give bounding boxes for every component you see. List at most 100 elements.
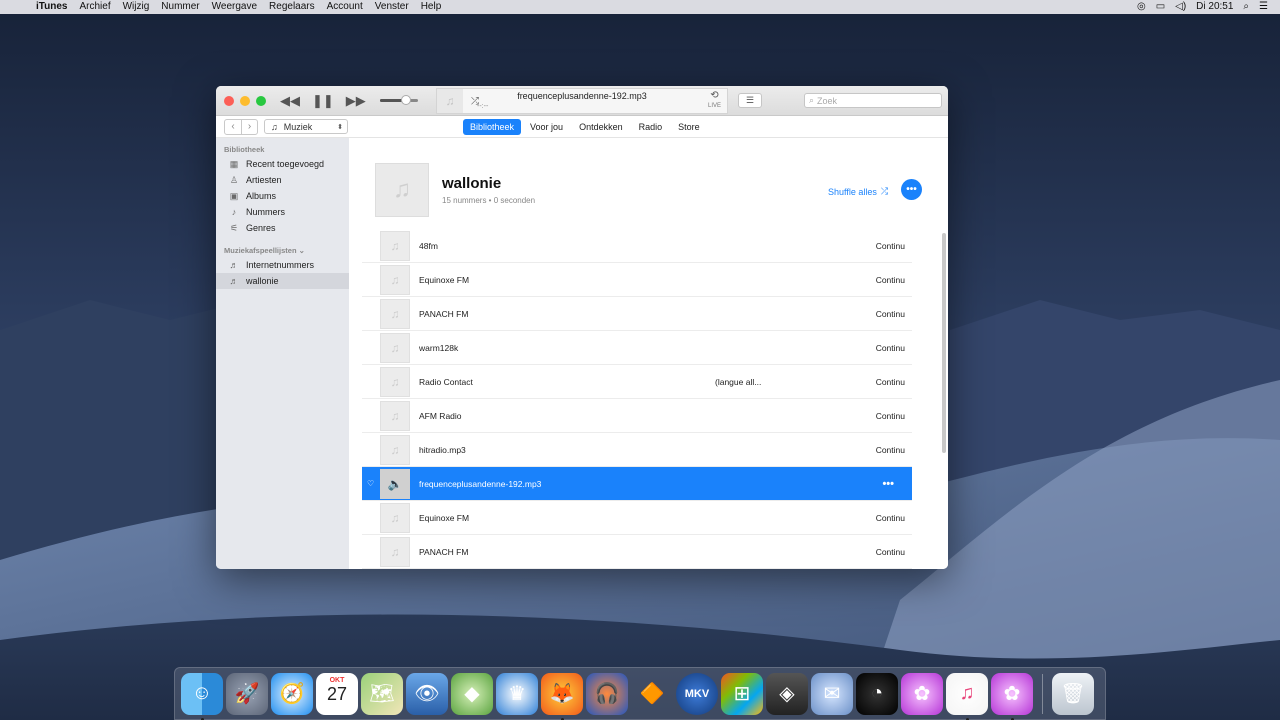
menu-help[interactable]: Help (415, 0, 448, 14)
playlist-title[interactable]: wallonie (442, 175, 535, 192)
maps-icon[interactable]: 🗺 (361, 672, 403, 715)
launchpad-icon[interactable]: 🚀 (226, 672, 268, 715)
sidebar-item-label: Internetnummers (246, 260, 315, 270)
pause-icon[interactable]: ❚❚ (312, 93, 334, 109)
sidebar-section-playlists[interactable]: Muziekafspeellijsten ⌄ (216, 244, 349, 257)
sidebar: Bibliotheek ▦ Recent toegevoegd ♙ Arties… (216, 138, 349, 569)
airplay-icon[interactable]: ▭ (1156, 0, 1165, 14)
calendar-icon[interactable]: OKT 27 (316, 672, 358, 715)
back-icon[interactable]: ‹ (225, 120, 241, 134)
flower-app-icon[interactable]: ✿ (901, 672, 943, 715)
sidebar-item-songs[interactable]: ♪ Nummers (216, 204, 349, 220)
sidebar-item-wallonie[interactable]: ♬ wallonie (216, 273, 349, 289)
playlist-header: ♫ wallonie 15 nummers • 0 seconden (375, 163, 535, 217)
track-row[interactable]: ♫ PANACH FM Continu (362, 535, 912, 569)
volume-slider[interactable] (379, 95, 418, 105)
menu-wijzig[interactable]: Wijzig (117, 0, 156, 14)
sidebar-item-internetnummers[interactable]: ♬ Internetnummers (216, 257, 349, 273)
track-row[interactable]: ♫ PANACH FM Continu (362, 297, 912, 331)
sidebar-item-artists[interactable]: ♙ Artiesten (216, 172, 349, 188)
heart-icon[interactable]: ♡ (367, 479, 374, 488)
title-bar: ◀◀ ❚❚ ▶▶ ♫ ⤮ frequenceplusandenne-192.mp… (216, 86, 948, 116)
forward-icon[interactable]: › (241, 119, 257, 134)
sidebar-item-label: Nummers (246, 207, 286, 217)
track-row[interactable]: ♫ Radio Contact (langue all... Continu (362, 365, 912, 399)
track-row[interactable]: ♫ Equinoxe FM Continu (362, 501, 912, 535)
playlist-artwork[interactable]: ♫ (375, 163, 429, 217)
track-row[interactable]: ♫ hitradio.mp3 Continu (362, 433, 912, 467)
ellipsis-icon[interactable]: ••• (882, 478, 894, 490)
sims-icon[interactable]: ◆ (451, 672, 493, 715)
previous-track-icon[interactable]: ◀◀ (280, 93, 300, 109)
menu-app-name[interactable]: iTunes (30, 0, 73, 14)
clock[interactable]: Di 20:51 (1196, 0, 1233, 14)
sidebar-item-recent[interactable]: ▦ Recent toegevoegd (216, 156, 349, 172)
music-note-icon: ♫ (393, 176, 411, 203)
transport-controls: ◀◀ ❚❚ ▶▶ (280, 93, 366, 109)
cloud-sync-icon[interactable]: ◎ (1137, 0, 1146, 14)
trash-icon[interactable]: 🗑 (1052, 672, 1094, 715)
track-duration: Continu (875, 512, 905, 523)
parallels-icon[interactable]: ◈ (766, 672, 808, 715)
bluetooth-file-exchange-icon[interactable]: ✉ (811, 672, 853, 715)
minimize-button[interactable] (240, 95, 250, 106)
repeat-icon[interactable]: ⟲ LIVE (708, 90, 721, 112)
finder-icon[interactable]: ☺ (181, 672, 223, 720)
tab-radio[interactable]: Radio (632, 119, 670, 135)
activity-monitor-icon[interactable]: ◔ (856, 672, 898, 715)
menu-nummer[interactable]: Nummer (155, 0, 205, 14)
track-row[interactable]: ♡ 🔈 frequenceplusandenne-192.mp3 ••• (362, 467, 912, 501)
tab-bibliotheek[interactable]: Bibliotheek (463, 119, 522, 135)
track-row[interactable]: ♫ 48fm Continu (362, 229, 912, 263)
track-row[interactable]: ♫ warm128k Continu (362, 331, 912, 365)
media-picker-label: Muziek (283, 121, 313, 132)
music-note-icon: ♫ (271, 121, 278, 132)
menu-regelaars[interactable]: Regelaars (263, 0, 321, 14)
volume-knob[interactable] (401, 95, 412, 105)
tab-ontdekken[interactable]: Ontdekken (572, 119, 630, 135)
sidebar-item-albums[interactable]: ▣ Albums (216, 188, 349, 204)
track-row[interactable]: ♫ Equinoxe FM Continu (362, 263, 912, 297)
track-row[interactable]: ♫ AFM Radio Continu (362, 399, 912, 433)
menu-weergave[interactable]: Weergave (206, 0, 263, 14)
vlc-icon[interactable]: 🔶 (631, 673, 673, 715)
next-track-icon[interactable]: ▶▶ (346, 93, 366, 109)
up-next-button[interactable]: ☰ (738, 93, 762, 108)
zoom-button[interactable] (256, 95, 266, 106)
track-name: Equinoxe FM (419, 512, 470, 523)
more-options-button[interactable]: ••• (901, 179, 922, 200)
playlist-view: ♫ wallonie 15 nummers • 0 seconden Shuff… (349, 138, 948, 569)
now-playing-display: ♫ ⤮ frequenceplusandenne-192.mp3 --:-- ⟲… (436, 88, 728, 114)
menu-venster[interactable]: Venster (369, 0, 415, 14)
music-note-icon: ♫ (380, 434, 410, 465)
music-note-icon: ♫ (380, 536, 410, 567)
menu-account[interactable]: Account (321, 0, 369, 14)
dock-separator (1042, 673, 1043, 714)
menu-archief[interactable]: Archief (73, 0, 116, 14)
tab-store[interactable]: Store (671, 119, 707, 135)
mkv-icon[interactable]: MKV (676, 672, 718, 715)
chess-icon[interactable]: ♛ (496, 672, 538, 715)
volume-icon[interactable]: ◁) (1175, 0, 1186, 14)
track-duration: Continu (875, 376, 905, 387)
itunes-icon[interactable]: ♫ (946, 672, 988, 720)
close-button[interactable] (224, 95, 234, 106)
tab-voor-jou[interactable]: Voor jou (523, 119, 570, 135)
windows-icon[interactable]: ⊞ (721, 672, 763, 715)
music-note-icon: ♫ (380, 502, 410, 533)
firefox-icon[interactable]: 🦊 (541, 672, 583, 720)
media-picker[interactable]: ♫ Muziek ⬍ (264, 119, 348, 134)
notification-center-icon[interactable]: ☰ (1259, 0, 1268, 14)
preview-icon[interactable]: 👁 (406, 672, 448, 715)
audacity-icon[interactable]: 🎧 (586, 672, 628, 715)
safari-icon[interactable]: 🧭 (271, 672, 313, 715)
shuffle-all-button[interactable]: Shuffle alles ⤮ (828, 186, 888, 197)
track-duration: Continu (875, 546, 905, 557)
music-note-icon: ♫ (380, 366, 410, 397)
spotlight-icon[interactable]: ⌕ (1243, 0, 1249, 14)
sidebar-item-genres[interactable]: ⚟ Genres (216, 220, 349, 236)
flower-app-icon[interactable]: ✿ (991, 672, 1033, 720)
scrollbar[interactable] (942, 233, 946, 453)
search-field[interactable]: ⌕ Zoek (804, 93, 942, 108)
playlist-icon: ♬ (229, 260, 239, 270)
